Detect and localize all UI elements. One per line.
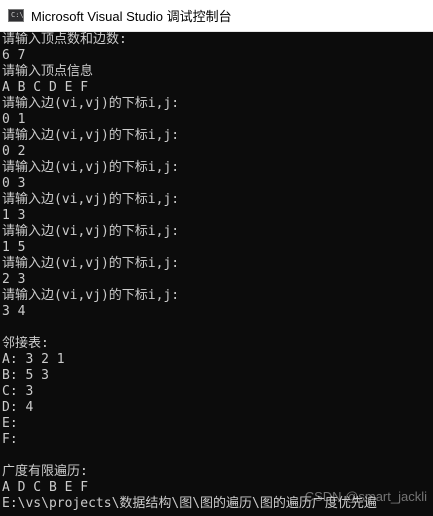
console-line: 请输入边(vi,vj)的下标i,j: [2, 256, 180, 271]
console-app-icon: C:\ [8, 9, 24, 22]
window-title: Microsoft Visual Studio 调试控制台 [31, 9, 232, 24]
console-line: 0 1 [2, 112, 26, 127]
console-line: F: [2, 432, 18, 447]
console-line: A B C D E F [2, 80, 89, 95]
console-line: 请输入边(vi,vj)的下标i,j: [2, 224, 180, 239]
console-line: 0 3 [2, 176, 26, 191]
console-line: 请输入边(vi,vj)的下标i,j: [2, 160, 180, 175]
console-line: E: [2, 416, 18, 431]
console-line: 请输入边(vi,vj)的下标i,j: [2, 96, 180, 111]
console-line: 请输入顶点数和边数: [2, 32, 127, 47]
watermark: CSDN @smart_jackli [304, 489, 427, 504]
console-line: C: 3 [2, 384, 34, 399]
console-line: 1 5 [2, 240, 26, 255]
console-line: 请输入边(vi,vj)的下标i,j: [2, 192, 180, 207]
console-line: D: 4 [2, 400, 34, 415]
console-line: 广度有限遍历: [2, 464, 88, 479]
console-line: A: 3 2 1 [2, 352, 65, 367]
console-line: 邻接表: [2, 336, 49, 351]
console-line: B: 5 3 [2, 368, 49, 383]
console-line: 1 3 [2, 208, 26, 223]
console-window: C:\ Microsoft Visual Studio 调试控制台 请输入顶点数… [0, 0, 433, 516]
console-app-icon-label: C:\ [11, 11, 24, 19]
console-line: 请输入边(vi,vj)的下标i,j: [2, 128, 180, 143]
console-line: 3 4 [2, 304, 26, 319]
console-line: 请输入边(vi,vj)的下标i,j: [2, 288, 180, 303]
console-output[interactable]: 请输入顶点数和边数: 6 7 请输入顶点信息 A B C D E F 请输入边(vi,v… [2, 32, 433, 516]
console-line: 6 7 [2, 48, 26, 63]
console-line: 0 2 [2, 144, 26, 159]
console-line: 2 3 [2, 272, 26, 287]
console-line: 请输入顶点信息 [2, 64, 94, 79]
title-bar[interactable]: C:\ Microsoft Visual Studio 调试控制台 [0, 0, 433, 32]
